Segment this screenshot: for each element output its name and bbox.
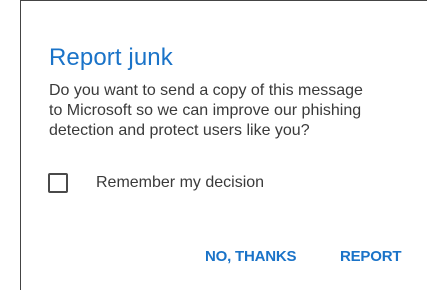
dialog-left-border bbox=[20, 0, 21, 290]
dialog-message-line: Do you want to send a copy of this messa… bbox=[49, 82, 363, 99]
dialog-top-border bbox=[20, 0, 427, 1]
remember-decision-checkbox-row[interactable]: Remember my decision bbox=[48, 172, 264, 194]
report-junk-dialog: Report junk Do you want to send a copy o… bbox=[0, 0, 427, 290]
dialog-actions: NO, THANKS REPORT bbox=[0, 248, 427, 272]
no-thanks-button[interactable]: NO, THANKS bbox=[205, 248, 297, 265]
remember-decision-checkbox[interactable] bbox=[48, 173, 68, 193]
remember-decision-label[interactable]: Remember my decision bbox=[96, 174, 264, 192]
dialog-message-line: to Microsoft so we can improve our phish… bbox=[49, 102, 362, 119]
dialog-message: Do you want to send a copy of this messa… bbox=[49, 81, 421, 141]
dialog-title: Report junk bbox=[49, 44, 173, 71]
report-button[interactable]: REPORT bbox=[340, 248, 402, 265]
dialog-message-line: detection and protect users like you? bbox=[49, 122, 310, 139]
